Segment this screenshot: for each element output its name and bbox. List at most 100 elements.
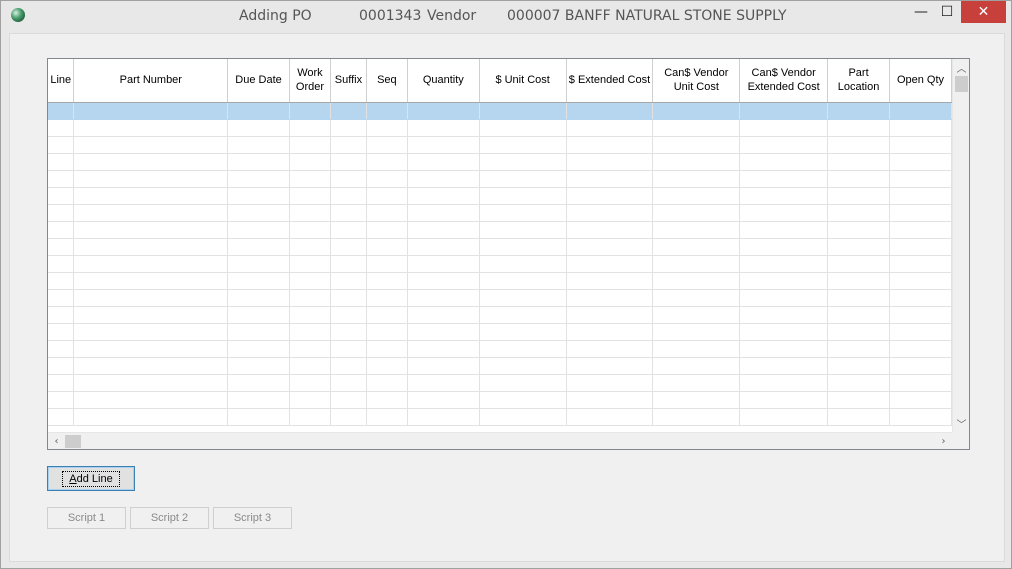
table-cell[interactable]: [566, 323, 654, 341]
table-cell[interactable]: [407, 238, 480, 256]
script-3-button[interactable]: Script 3: [213, 507, 292, 529]
table-cell[interactable]: [652, 255, 741, 273]
app-globe-icon[interactable]: [11, 8, 25, 22]
table-cell[interactable]: [227, 187, 290, 205]
table-cell[interactable]: [566, 238, 654, 256]
table-cell[interactable]: [827, 119, 891, 137]
table-cell[interactable]: [227, 306, 290, 324]
column-header[interactable]: Due Date: [227, 59, 290, 103]
table-cell[interactable]: [479, 255, 567, 273]
table-cell[interactable]: [827, 204, 891, 222]
table-cell[interactable]: [48, 306, 75, 324]
table-cell[interactable]: [407, 357, 480, 375]
table-cell[interactable]: [73, 204, 229, 222]
table-cell[interactable]: [73, 238, 229, 256]
table-cell[interactable]: [652, 289, 741, 307]
table-cell[interactable]: [48, 102, 75, 120]
table-cell[interactable]: [366, 374, 408, 392]
table-cell[interactable]: [407, 374, 480, 392]
script-2-button[interactable]: Script 2: [130, 507, 209, 529]
table-cell[interactable]: [366, 289, 408, 307]
table-cell[interactable]: [566, 204, 654, 222]
table-cell[interactable]: [827, 221, 891, 239]
table-cell[interactable]: [407, 391, 480, 409]
table-cell[interactable]: [407, 340, 480, 358]
vertical-scroll-thumb[interactable]: [955, 76, 968, 92]
table-cell[interactable]: [739, 221, 829, 239]
table-cell[interactable]: [566, 119, 654, 137]
table-cell[interactable]: [739, 391, 829, 409]
table-cell[interactable]: [652, 374, 741, 392]
table-cell[interactable]: [227, 238, 290, 256]
table-cell[interactable]: [566, 102, 654, 120]
table-cell[interactable]: [739, 204, 829, 222]
table-cell[interactable]: [289, 408, 331, 426]
table-cell[interactable]: [407, 153, 480, 171]
table-cell[interactable]: [652, 391, 741, 409]
table-cell[interactable]: [289, 187, 331, 205]
table-cell[interactable]: [566, 153, 654, 171]
table-cell[interactable]: [739, 255, 829, 273]
table-cell[interactable]: [407, 204, 480, 222]
table-cell[interactable]: [407, 255, 480, 273]
table-cell[interactable]: [827, 391, 891, 409]
table-cell[interactable]: [739, 119, 829, 137]
table-cell[interactable]: [739, 340, 829, 358]
table-cell[interactable]: [566, 221, 654, 239]
table-cell[interactable]: [366, 136, 408, 154]
table-cell[interactable]: [827, 170, 891, 188]
table-cell[interactable]: [289, 289, 331, 307]
table-cell[interactable]: [889, 102, 952, 120]
table-cell[interactable]: [889, 119, 952, 137]
table-cell[interactable]: [566, 289, 654, 307]
table-cell[interactable]: [330, 102, 367, 120]
table-cell[interactable]: [566, 187, 654, 205]
table-cell[interactable]: [827, 289, 891, 307]
table-cell[interactable]: [73, 119, 229, 137]
table-cell[interactable]: [330, 255, 367, 273]
table-cell[interactable]: [739, 187, 829, 205]
table-cell[interactable]: [330, 289, 367, 307]
table-cell[interactable]: [739, 153, 829, 171]
table-cell[interactable]: [289, 170, 331, 188]
table-cell[interactable]: [48, 119, 75, 137]
table-cell[interactable]: [330, 204, 367, 222]
table-cell[interactable]: [289, 306, 331, 324]
table-cell[interactable]: [227, 272, 290, 290]
table-cell[interactable]: [227, 255, 290, 273]
table-cell[interactable]: [827, 306, 891, 324]
table-row[interactable]: [48, 238, 952, 256]
table-cell[interactable]: [366, 408, 408, 426]
table-cell[interactable]: [330, 340, 367, 358]
table-cell[interactable]: [566, 306, 654, 324]
table-cell[interactable]: [652, 357, 741, 375]
script-1-button[interactable]: Script 1: [47, 507, 126, 529]
table-cell[interactable]: [48, 221, 75, 239]
scroll-up-icon[interactable]: ︿: [953, 59, 969, 76]
horizontal-scroll-thumb[interactable]: [65, 435, 81, 448]
table-row[interactable]: [48, 323, 952, 341]
table-cell[interactable]: [73, 323, 229, 341]
table-cell[interactable]: [366, 221, 408, 239]
table-cell[interactable]: [48, 408, 75, 426]
table-cell[interactable]: [407, 119, 480, 137]
table-cell[interactable]: [289, 238, 331, 256]
table-cell[interactable]: [407, 136, 480, 154]
table-cell[interactable]: [289, 153, 331, 171]
table-cell[interactable]: [827, 153, 891, 171]
table-cell[interactable]: [479, 391, 567, 409]
table-cell[interactable]: [289, 357, 331, 375]
table-row[interactable]: [48, 204, 952, 222]
table-cell[interactable]: [889, 170, 952, 188]
table-cell[interactable]: [889, 221, 952, 239]
table-cell[interactable]: [407, 170, 480, 188]
table-cell[interactable]: [652, 170, 741, 188]
table-cell[interactable]: [227, 408, 290, 426]
table-cell[interactable]: [289, 391, 331, 409]
table-cell[interactable]: [889, 238, 952, 256]
table-cell[interactable]: [366, 170, 408, 188]
table-cell[interactable]: [889, 374, 952, 392]
table-cell[interactable]: [889, 204, 952, 222]
table-cell[interactable]: [739, 289, 829, 307]
table-cell[interactable]: [227, 323, 290, 341]
